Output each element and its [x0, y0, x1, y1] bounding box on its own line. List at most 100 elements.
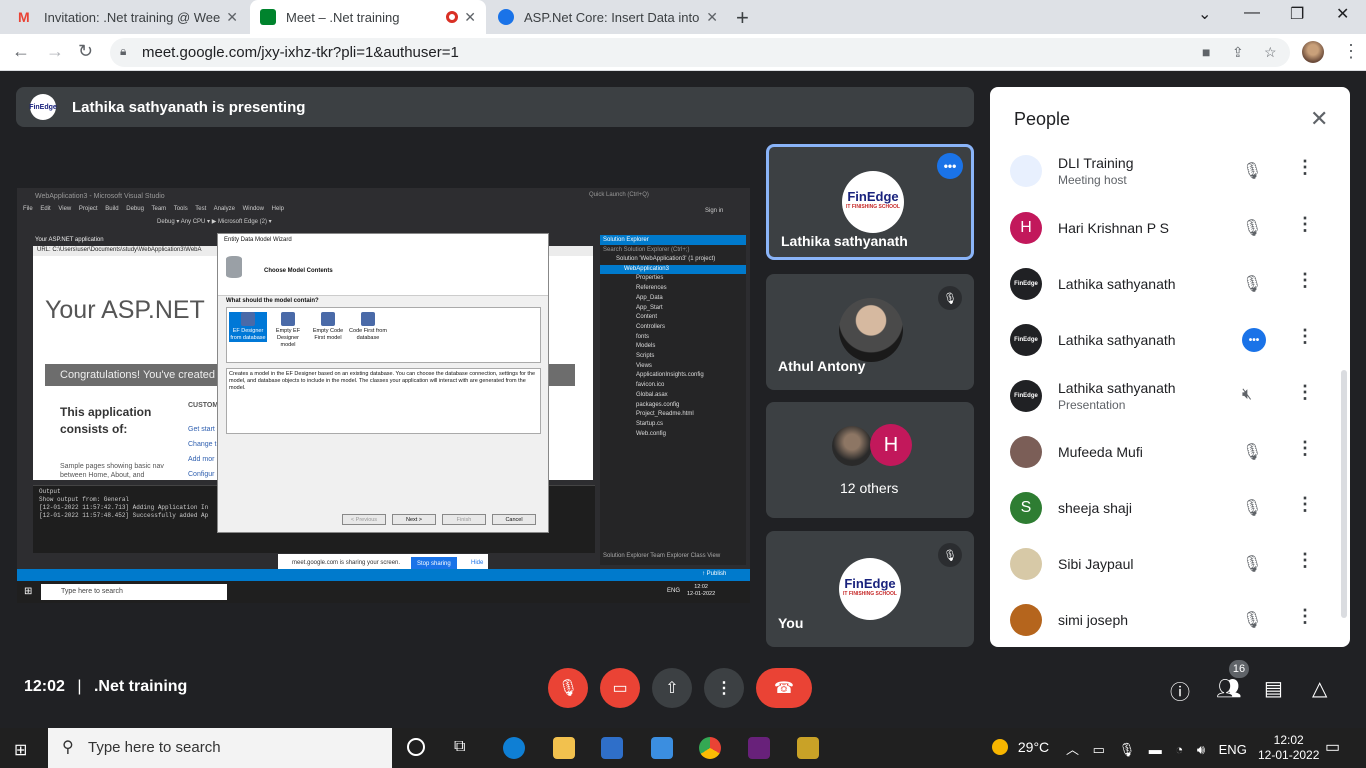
close-panel-button[interactable]: ✕: [1310, 106, 1328, 132]
mic-icon[interactable]: 🎙︎: [1119, 742, 1136, 757]
chat-icon[interactable]: ▤: [1264, 676, 1283, 701]
chrome-icon[interactable]: [699, 737, 721, 759]
language-indicator[interactable]: ENG: [1219, 742, 1247, 757]
mic-off-icon[interactable]: 🎙︎: [1242, 554, 1262, 574]
solution-item[interactable]: WebApplication3: [600, 264, 746, 275]
edge-icon[interactable]: [503, 737, 525, 759]
participant-row[interactable]: FinEdge Lathika sathyanath 🎙︎ ⋮: [990, 256, 1350, 312]
participant-row[interactable]: FinEdge Lathika sathyanath ••• ⋮: [990, 312, 1350, 368]
mic-toggle-button[interactable]: 🎙︎: [548, 668, 588, 708]
activities-icon[interactable]: △: [1312, 676, 1327, 701]
reload-button[interactable]: ↻: [78, 41, 93, 62]
solution-item[interactable]: Scripts: [600, 352, 746, 362]
solution-item[interactable]: Project_Readme.html: [600, 410, 746, 420]
option-ef-designer-db[interactable]: EF Designer from database: [229, 312, 267, 342]
option-empty-code-first[interactable]: Empty Code First model: [309, 312, 347, 342]
people-scrollbar[interactable]: [1341, 370, 1347, 618]
solution-item[interactable]: Web.config: [600, 430, 746, 440]
profile-avatar[interactable]: [1302, 41, 1324, 63]
mic-off-icon[interactable]: 🎙︎: [1242, 218, 1262, 238]
participant-row[interactable]: FinEdge Lathika sathyanath Presentation 🔇︎ ⋮: [990, 368, 1350, 424]
solution-item[interactable]: ApplicationInsights.config: [600, 371, 746, 381]
solution-item[interactable]: Startup.cs: [600, 420, 746, 430]
option-empty-ef-designer[interactable]: Empty EF Designer model: [269, 312, 307, 349]
more-options-icon[interactable]: ⋮: [1296, 214, 1314, 235]
participant-row[interactable]: Ssheeja shaji 🎙︎ ⋮: [990, 480, 1350, 536]
more-options-icon[interactable]: ⋮: [1296, 326, 1314, 347]
solution-item[interactable]: App_Data: [600, 294, 746, 304]
forward-button[interactable]: →: [46, 41, 64, 62]
lock-icon[interactable]: 🔒︎: [120, 44, 126, 59]
finish-button[interactable]: Finish: [442, 514, 486, 525]
participant-row[interactable]: H Hari Krishnan P S 🎙︎ ⋮: [990, 200, 1350, 256]
hide-button[interactable]: Hide: [471, 560, 483, 566]
previous-button[interactable]: < Previous: [342, 514, 386, 525]
mic-off-icon[interactable]: 🎙︎: [1242, 610, 1262, 630]
chevron-up-icon[interactable]: ︿: [1066, 742, 1079, 757]
solution-item[interactable]: favicon.ico: [600, 381, 746, 391]
taskbar-search[interactable]: ⚲ Type here to search: [48, 728, 392, 768]
tab-calendar-invite[interactable]: M Invitation: .Net training @ Weekly ✕: [8, 0, 248, 34]
solution-item[interactable]: Properties: [600, 274, 746, 284]
tab-meet[interactable]: Meet – .Net training ✕: [250, 0, 486, 34]
mic-off-icon[interactable]: 🎙︎: [1242, 274, 1262, 294]
solution-item[interactable]: fonts: [600, 333, 746, 343]
volume-off-icon[interactable]: 🔇︎: [1242, 386, 1252, 404]
battery-icon[interactable]: ▬: [1149, 742, 1162, 757]
solution-item[interactable]: Controllers: [600, 323, 746, 333]
more-options-icon[interactable]: ⋮: [1296, 270, 1314, 291]
mic-off-icon[interactable]: 🎙︎: [1242, 498, 1262, 518]
mail-icon[interactable]: [651, 737, 673, 759]
weather-widget[interactable]: 29°C: [992, 739, 1049, 755]
solution-item[interactable]: Solution 'WebApplication3' (1 project): [600, 255, 746, 265]
volume-icon[interactable]: 🔊︎: [1197, 742, 1205, 757]
solution-item[interactable]: Content: [600, 313, 746, 323]
participant-row[interactable]: DLI Training Meeting host 🎙︎ ⋮: [990, 143, 1350, 199]
maximize-button[interactable]: ❐: [1290, 4, 1304, 24]
more-options-icon[interactable]: ⋮: [1296, 438, 1314, 459]
bookmark-star-icon[interactable]: ☆: [1264, 44, 1277, 61]
solution-item[interactable]: References: [600, 284, 746, 294]
more-options-icon[interactable]: ⋮: [1296, 606, 1314, 627]
tile-lathika[interactable]: FinEdge IT FINISHING SCHOOL ••• Lathika s…: [766, 144, 974, 260]
network-icon[interactable]: ▭: [1093, 742, 1105, 757]
notifications-icon[interactable]: ▭: [1325, 737, 1340, 757]
people-icon[interactable]: 👥︎: [1216, 676, 1241, 701]
option-code-first-db[interactable]: Code First from database: [349, 312, 387, 342]
close-tab-icon[interactable]: ✕: [464, 9, 476, 26]
back-button[interactable]: ←: [12, 41, 30, 62]
close-window-button[interactable]: ✕: [1336, 4, 1349, 24]
cortana-icon[interactable]: [407, 738, 425, 756]
participant-row[interactable]: Sibi Jaypaul 🎙︎ ⋮: [990, 536, 1350, 592]
file-explorer-icon[interactable]: [553, 737, 575, 759]
taskbar-clock[interactable]: 12:02 12-01-2022: [1258, 733, 1319, 763]
more-options-icon[interactable]: ⋮: [1296, 382, 1314, 403]
more-options-icon[interactable]: ⋮: [1296, 157, 1314, 178]
camera-toggle-button[interactable]: ▭: [600, 668, 640, 708]
mic-off-icon[interactable]: 🎙︎: [1242, 161, 1262, 181]
visual-studio-icon[interactable]: [748, 737, 770, 759]
solution-item[interactable]: Models: [600, 342, 746, 352]
minimize-button[interactable]: —: [1244, 4, 1260, 22]
tab-search-icon[interactable]: ⌄: [1198, 4, 1211, 24]
more-options-icon[interactable]: ⋮: [1296, 494, 1314, 515]
mic-off-icon[interactable]: 🎙︎: [1242, 442, 1262, 462]
present-button[interactable]: ⇧: [652, 668, 692, 708]
participant-row[interactable]: simi joseph 🎙︎ ⋮: [990, 592, 1350, 647]
leave-call-button[interactable]: ☎︎: [756, 668, 812, 708]
store-icon[interactable]: [601, 737, 623, 759]
solution-item[interactable]: Views: [600, 362, 746, 372]
participant-row[interactable]: Mufeeda Mufi 🎙︎ ⋮: [990, 424, 1350, 480]
tab-aspnet[interactable]: ASP.Net Core: Insert Data into Da ✕: [488, 0, 728, 34]
task-view-icon[interactable]: ⧉: [454, 738, 465, 756]
cancel-button[interactable]: Cancel: [492, 514, 536, 525]
more-options-icon[interactable]: ⋮: [1296, 550, 1314, 571]
tile-athul[interactable]: 🎙︎ Athul Antony: [766, 274, 974, 390]
solution-item[interactable]: App_Start: [600, 304, 746, 314]
windows-start-icon[interactable]: ⊞: [14, 740, 27, 760]
share-icon[interactable]: ⇪: [1232, 44, 1244, 61]
close-tab-icon[interactable]: ✕: [706, 9, 718, 26]
omnibox[interactable]: 🔒︎ meet.google.com/jxy-ixhz-tkr?pli=1&au…: [110, 38, 1290, 67]
wifi-icon[interactable]: ◔: [1175, 742, 1183, 757]
meeting-details-icon[interactable]: ⓘ: [1170, 676, 1190, 705]
